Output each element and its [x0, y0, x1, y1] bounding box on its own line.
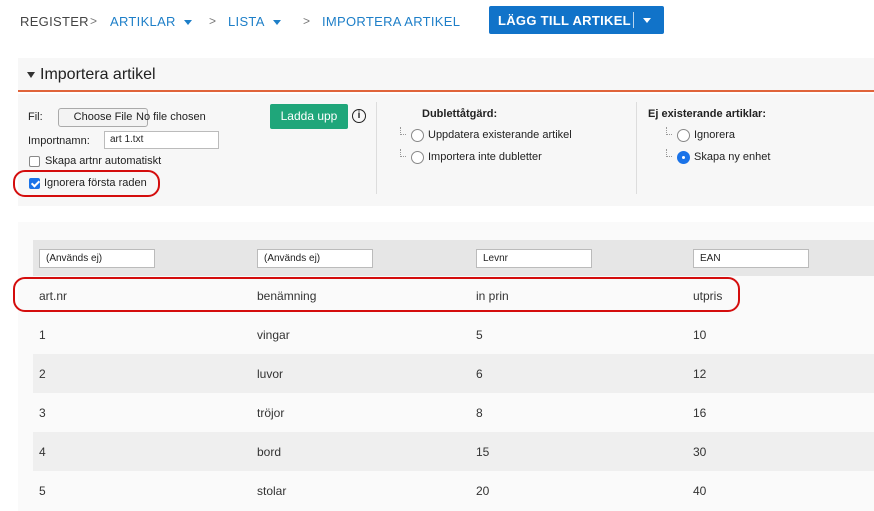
table-cell: 5: [476, 328, 483, 342]
section-header[interactable]: Importera artikel: [18, 58, 874, 92]
button-divider: [633, 12, 634, 28]
choose-file-button[interactable]: Choose File: [58, 108, 148, 127]
add-article-label: LÄGG TILL ARTIKEL: [498, 13, 631, 28]
upload-button[interactable]: Ladda upp: [270, 104, 348, 129]
auto-artnr-label: Skapa artnr automatiskt: [45, 155, 162, 167]
table-cell: 30: [693, 445, 707, 459]
radio-ignore[interactable]: [677, 129, 690, 142]
section-title: Importera artikel: [40, 66, 156, 83]
table-cell: 16: [693, 406, 707, 420]
radio-create-new-unit[interactable]: [677, 151, 690, 164]
collapse-triangle-icon[interactable]: [27, 72, 35, 78]
chevron-down-icon: [183, 20, 192, 26]
tree-line: [666, 127, 672, 135]
table-cell: vingar: [257, 328, 290, 342]
option-skip-duplicates: Importera inte dubletter: [428, 151, 542, 163]
breadcrumb-separator: >: [209, 14, 217, 28]
table-cell: 10: [693, 328, 707, 342]
chevron-down-icon[interactable]: [643, 18, 651, 23]
table-cell: 3: [39, 406, 46, 420]
radio-skip-duplicates[interactable]: [411, 151, 424, 164]
file-label: Fil:: [28, 111, 43, 123]
ignore-first-row-checkbox[interactable]: [29, 178, 40, 189]
import-form-panel: Fil: Choose File No file chosen Importna…: [13, 94, 874, 206]
column-mapping-select[interactable]: (Används ej): [257, 249, 373, 268]
import-preview-table: (Används ej) (Används ej) Levnr EAN art.…: [13, 222, 874, 511]
table-cell: bord: [257, 445, 282, 459]
table-cell: 4: [39, 445, 46, 459]
table-row: 4 bord 15 30: [33, 432, 874, 471]
breadcrumb-lista-label: LISTA: [228, 14, 265, 29]
table-row: 5 stolar 20 40: [33, 471, 874, 510]
breadcrumb-register[interactable]: REGISTER: [20, 14, 89, 29]
duplicates-heading: Dublettåtgärd:: [422, 108, 498, 120]
breadcrumb: REGISTER > ARTIKLAR > LISTA > IMPORTERA …: [0, 0, 874, 44]
highlight-outline: [13, 277, 740, 312]
breadcrumb-current[interactable]: IMPORTERA ARTIKEL: [322, 14, 460, 29]
table-cell: tröjor: [257, 406, 285, 420]
import-name-input[interactable]: art 1.txt: [104, 131, 219, 149]
tree-line: [666, 149, 672, 157]
table-row: 1 vingar 5 10: [33, 315, 874, 354]
breadcrumb-artiklar-label: ARTIKLAR: [110, 14, 176, 29]
table-cell: stolar: [257, 484, 287, 498]
table-cell: 12: [693, 367, 707, 381]
table-cell: 40: [693, 484, 707, 498]
add-article-button[interactable]: LÄGG TILL ARTIKEL: [489, 6, 664, 34]
table-cell: 6: [476, 367, 483, 381]
table-cell: 20: [476, 484, 490, 498]
option-update-existing: Uppdatera existerande artikel: [428, 129, 572, 141]
column-mapping-row: (Används ej) (Används ej) Levnr EAN: [33, 240, 874, 276]
no-file-text: No file chosen: [136, 111, 206, 123]
tree-line: [400, 149, 406, 157]
column-mapping-select[interactable]: EAN: [693, 249, 809, 268]
breadcrumb-separator: >: [303, 14, 311, 28]
column-mapping-select[interactable]: Levnr: [476, 249, 592, 268]
breadcrumb-separator: >: [90, 14, 98, 28]
table-row: 3 tröjor 8 16: [33, 393, 874, 432]
info-icon[interactable]: i: [352, 109, 366, 123]
radio-update-existing[interactable]: [411, 129, 424, 142]
table-cell: 8: [476, 406, 483, 420]
tree-line: [400, 127, 406, 135]
auto-artnr-checkbox[interactable]: [29, 156, 40, 167]
column-mapping-select[interactable]: (Används ej): [39, 249, 155, 268]
table-cell: 2: [39, 367, 46, 381]
table-cell: 1: [39, 328, 46, 342]
chevron-down-icon: [272, 20, 281, 26]
table-row: 2 luvor 6 12: [33, 354, 874, 393]
nonexisting-heading: Ej existerande artiklar:: [648, 108, 767, 120]
table-cell: luvor: [257, 367, 284, 381]
breadcrumb-lista[interactable]: LISTA: [228, 14, 281, 29]
import-name-label: Importnamn:: [28, 135, 90, 147]
divider: [376, 102, 377, 194]
ignore-first-row-label: Ignorera första raden: [44, 177, 147, 189]
table-cell: 15: [476, 445, 490, 459]
option-create-new-unit: Skapa ny enhet: [694, 151, 771, 163]
divider: [636, 102, 637, 194]
option-ignore: Ignorera: [694, 129, 735, 141]
breadcrumb-artiklar[interactable]: ARTIKLAR: [110, 14, 192, 29]
table-cell: 5: [39, 484, 46, 498]
